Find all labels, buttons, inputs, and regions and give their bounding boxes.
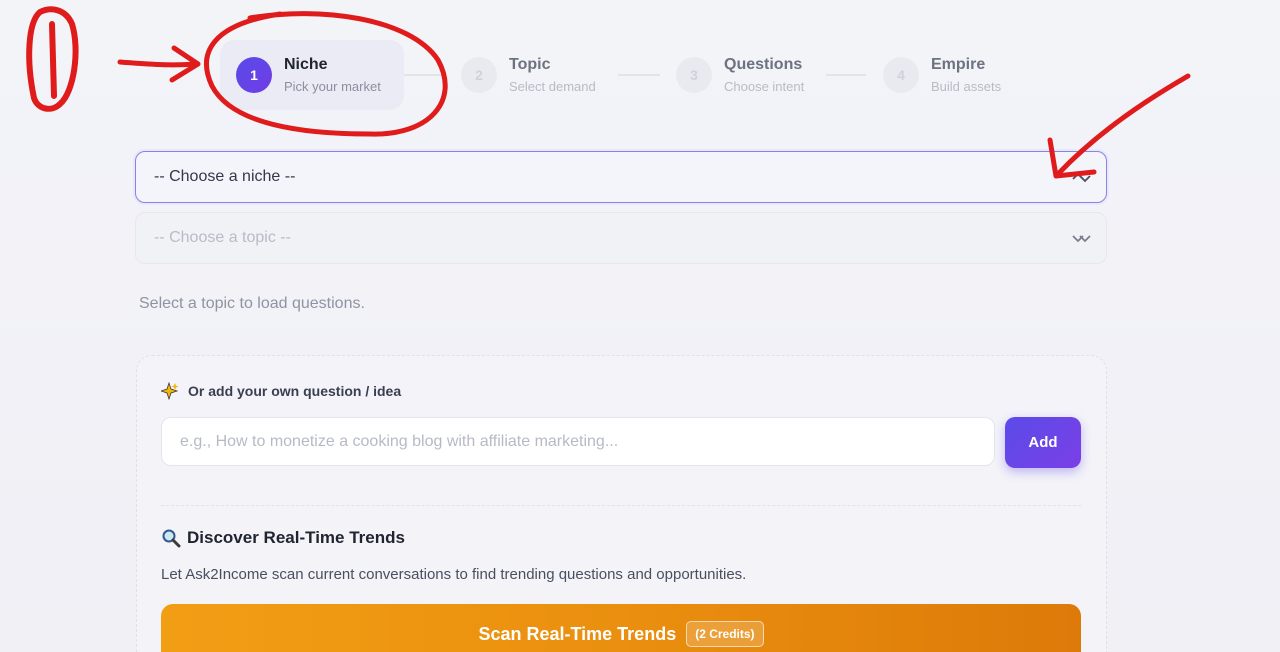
annotation-arrow-right-head [169,45,201,83]
trends-title-text: Discover Real-Time Trends [187,528,405,547]
step-number-3: 3 [676,57,712,93]
niche-select-value: -- Choose a niche -- [154,168,296,185]
annotation-number-one-stroke [49,21,57,99]
step-number-4: 4 [883,57,919,93]
load-questions-hint: Select a topic to load questions. [139,295,365,312]
step-questions[interactable]: 3 Questions Choose intent [676,40,804,110]
step-title: Questions [724,55,803,73]
step-subtitle: Build assets [931,78,1002,94]
trends-title: Discover Real-Time Trends [161,528,405,548]
credits-badge: (2 Credits) [686,621,764,647]
step-title: Topic [509,55,551,73]
step-empire[interactable]: 4 Empire Build assets [883,40,1001,110]
trends-description: Let Ask2Income scan current conversation… [161,566,747,583]
annotation-number-one [26,6,79,112]
step-number-2: 2 [461,57,497,93]
niche-select[interactable]: -- Choose a niche -- [135,151,1107,203]
annotation-arrow-right [117,59,199,68]
step-connector [618,74,660,76]
annotation-number-label: 1 [0,0,1,1]
scan-trends-button[interactable]: Scan Real-Time Trends (2 Credits) [161,604,1081,652]
sparkles-icon [161,382,179,400]
step-niche[interactable]: 1 Niche Pick your market [220,40,404,110]
topic-select-value: -- Choose a topic -- [154,229,291,246]
own-question-label: Or add your own question / idea [161,382,401,400]
divider [161,505,1081,506]
stepper: 1 Niche Pick your market 2 Topic Select … [220,40,1040,110]
add-button[interactable]: Add [1005,417,1081,468]
own-question-label-text: Or add your own question / idea [188,383,402,399]
step-subtitle: Pick your market [284,78,381,94]
step-number-1: 1 [236,57,272,93]
step-title: Empire [931,55,986,73]
magnifier-icon [162,529,181,548]
scan-trends-label: Scan Real-Time Trends [478,624,677,644]
idea-input[interactable] [161,417,995,466]
chevron-up-down-icon [1072,172,1091,183]
step-title: Niche [284,55,328,73]
step-subtitle: Choose intent [724,78,805,94]
step-connector [404,74,442,76]
step-connector [826,74,866,76]
chevron-down-icon [1072,235,1091,243]
step-topic[interactable]: 2 Topic Select demand [461,40,596,110]
step-subtitle: Select demand [509,78,596,94]
topic-select[interactable]: -- Choose a topic -- [135,212,1107,264]
